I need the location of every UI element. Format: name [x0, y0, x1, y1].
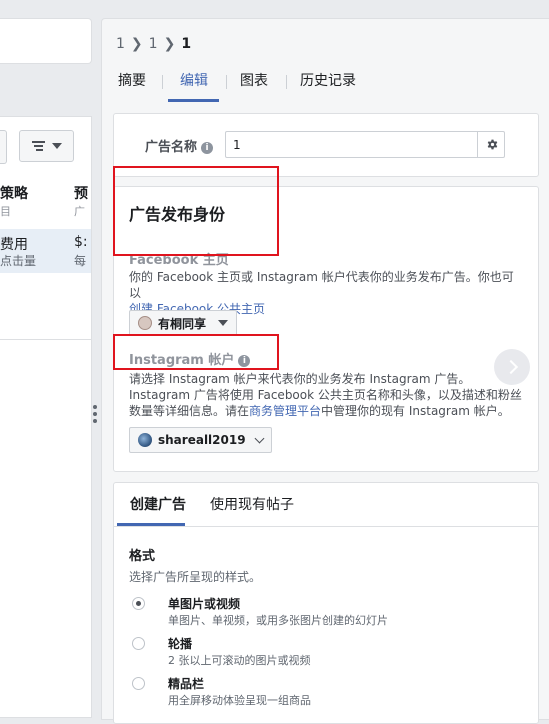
facebook-page-select[interactable]: 有桐同享 — [129, 310, 238, 336]
caret-down-icon — [218, 320, 229, 326]
chevron-down-icon — [254, 433, 265, 444]
format-subtitle: 选择广告所呈现的样式。 — [129, 570, 262, 584]
caret-down-icon — [51, 143, 62, 149]
radio-carousel[interactable] — [132, 637, 145, 650]
option-subtitle: 单图片、单视频，或用多张图片创建的幻灯片 — [168, 614, 388, 627]
chevron-right-icon: ❯ — [163, 36, 176, 52]
left-toolbar-button[interactable] — [0, 130, 7, 164]
chevron-right-icon — [503, 359, 518, 375]
tab-divider — [226, 75, 227, 89]
ad-name-label: 广告名称 i — [145, 136, 214, 155]
row-strategy-sub: 点击量 — [0, 254, 37, 268]
breadcrumb-item-ad: 1 — [181, 36, 192, 52]
tab-edit[interactable]: 编辑 — [180, 69, 208, 102]
breadcrumb-item-campaign[interactable]: 1 — [116, 36, 125, 52]
edit-tabs: 摘要 编辑 图表 历史记录 — [102, 69, 549, 102]
format-title: 格式 — [129, 549, 156, 564]
divider — [114, 526, 538, 527]
facebook-page-label: Facebook 主页 — [129, 253, 229, 268]
column-subheader-strategy: 目 — [0, 205, 11, 218]
avatar — [138, 433, 152, 447]
chevron-right-icon: ❯ — [130, 36, 143, 52]
row-budget-value: $: — [74, 234, 88, 250]
gear-button[interactable] — [477, 131, 507, 158]
breadcrumb: 1 ❯ 1 ❯ 1 — [116, 36, 191, 52]
row-budget-sub: 每 — [74, 254, 87, 268]
info-icon[interactable]: i — [201, 141, 214, 154]
option-title: 轮播 — [168, 637, 193, 651]
tab-divider — [286, 75, 287, 89]
left-search-card[interactable] — [0, 18, 92, 64]
tab-history[interactable]: 历史记录 — [300, 69, 356, 102]
column-header-strategy[interactable]: 策略 — [0, 183, 28, 203]
ad-name-input[interactable] — [225, 131, 505, 158]
ad-identity-section: 广告发布身份 Facebook 主页 你的 Facebook 主页或 Insta… — [113, 186, 539, 472]
left-panel: 策略 目 预 广 费用 点击量 $: 每 — [0, 0, 92, 718]
business-manager-link[interactable]: 商务管理平台 — [249, 404, 321, 418]
radio-single-image-video[interactable] — [132, 597, 145, 610]
column-subheader-budget: 广 — [74, 205, 85, 218]
instagram-account-label: Instagram 帐户 i — [129, 349, 251, 368]
section-title: 广告发布身份 — [129, 205, 226, 224]
breadcrumb-item-adset[interactable]: 1 — [149, 36, 158, 52]
create-ad-section: 创建广告 使用现有帖子 格式 选择广告所呈现的样式。 单图片或视频 单图片、单视… — [113, 482, 539, 724]
gear-icon — [487, 139, 498, 150]
info-icon[interactable]: i — [238, 354, 251, 367]
row-strategy-value: 费用 — [0, 237, 28, 253]
page-avatar — [138, 316, 152, 330]
column-header-budget[interactable]: 预 — [74, 183, 88, 203]
ad-name-section: 广告名称 i — [113, 113, 539, 177]
instagram-account-select[interactable]: shareall2019 — [129, 427, 272, 453]
tab-use-existing-post[interactable]: 使用现有帖子 — [210, 494, 294, 514]
active-tab-indicator — [168, 99, 219, 102]
option-title: 精品栏 — [168, 677, 205, 691]
option-title: 单图片或视频 — [168, 597, 241, 611]
view-options-button[interactable] — [19, 130, 74, 162]
tab-summary[interactable]: 摘要 — [118, 69, 146, 102]
next-button[interactable] — [494, 349, 530, 385]
pane-resize-handle[interactable] — [93, 405, 97, 423]
instagram-account-description: 请选择 Instagram 帐户来代表你的业务发布 Instagram 广告。I… — [129, 372, 522, 418]
option-subtitle: 2 张以上可滚动的图片或视频 — [168, 654, 311, 667]
lines-icon — [31, 139, 45, 153]
divider — [0, 339, 91, 340]
radio-collection[interactable] — [132, 677, 145, 690]
tab-divider — [162, 75, 163, 89]
left-table-card: 策略 目 预 广 费用 点击量 $: 每 — [0, 116, 92, 718]
tab-charts[interactable]: 图表 — [240, 69, 268, 102]
tab-create-ad[interactable]: 创建广告 — [130, 494, 186, 514]
